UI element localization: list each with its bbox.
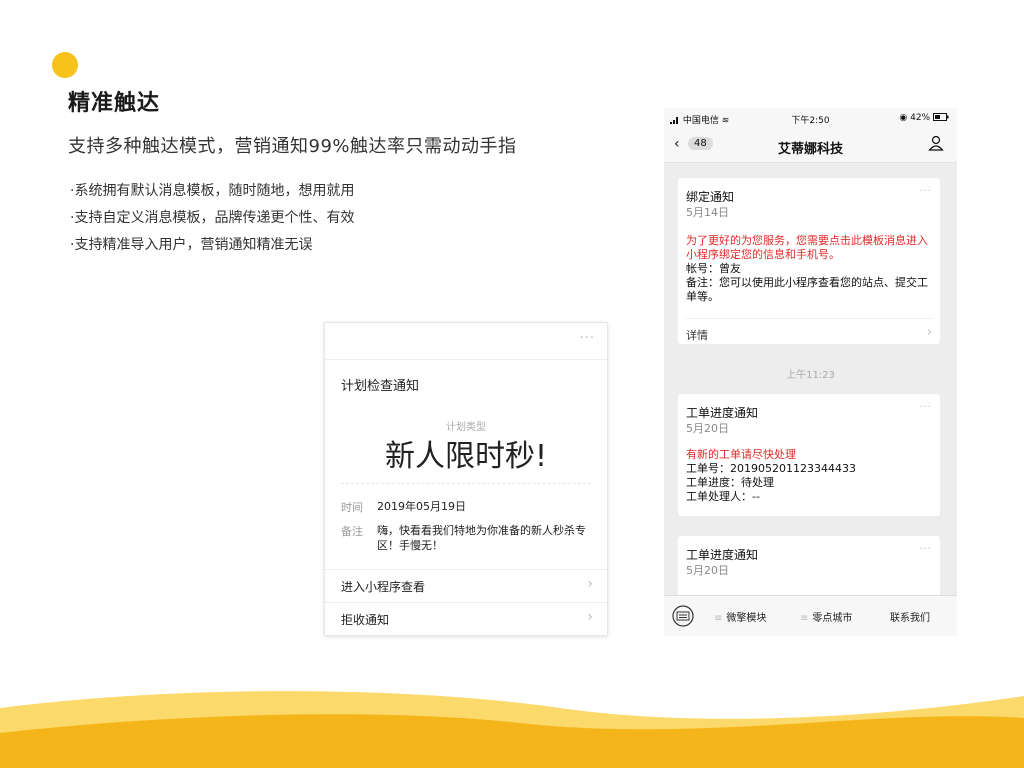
menu-item-modules[interactable]: ≡ 微擎模块 (714, 609, 766, 624)
status-bar: 中国电信 ≋ 下午2:50 ◉ 42% (664, 108, 957, 128)
note-row: 备注 嗨，快看看我们特地为你准备的新人秒杀专区！手慢无！ (341, 523, 587, 553)
binding-notice-message[interactable]: 绑定通知 5月14日 ··· 为了更好的为您服务，您需要点击此模板消息进入小程序… (678, 178, 940, 344)
message-detail-link[interactable]: 详情 › (686, 318, 932, 349)
chevron-right-icon: › (926, 325, 932, 340)
feature-item: ·支持自定义消息模板，品牌传递更个性、有效 (70, 210, 355, 226)
open-miniprogram-link[interactable]: 进入小程序查看 › (325, 569, 607, 602)
chevron-right-icon: › (587, 576, 593, 592)
chat-timestamp: 上午11:23 (786, 370, 835, 381)
feature-item: ·支持精准导入用户，营销通知精准无误 (70, 237, 313, 253)
menu-dots-icon: ≡ (714, 613, 723, 624)
message-body: 为了更好的为您服务，您需要点击此模板消息进入小程序绑定您的信息和手机号。 帐号：… (686, 234, 932, 304)
feature-list: ·系统拥有默认消息模板，随时随地，想用就用 ·支持自定义消息模板，品牌传递更个性… (70, 178, 354, 259)
reject-notice-label: 拒收通知 (341, 613, 390, 627)
message-line: 工单处理人：-- (686, 490, 760, 503)
alarm-icon: ◉ (899, 113, 908, 123)
message-alert-text: 有新的工单请尽快处理 (686, 448, 796, 461)
more-options-icon[interactable]: ··· (919, 186, 932, 197)
work-order-notice-message[interactable]: 工单进度通知 5月20日 ··· 有新的工单请尽快处理 工单号：20190520… (678, 394, 940, 516)
message-line: 备注：您可以使用此小程序查看您的站点、提交工单等。 (686, 276, 928, 303)
message-date: 5月20日 (686, 422, 729, 435)
reject-notice-link[interactable]: 拒收通知 › (325, 602, 607, 635)
more-options-icon[interactable]: ··· (580, 331, 595, 346)
open-miniprogram-label: 进入小程序查看 (341, 580, 426, 594)
chat-navbar: ‹ 48 艾蒂娜科技 (664, 128, 957, 163)
battery-percent: 42% (910, 113, 931, 123)
message-alert-text: 为了更好的为您服务，您需要点击此模板消息进入小程序绑定您的信息和手机号。 (686, 234, 928, 261)
time-label: 时间 (341, 501, 363, 514)
message-line: 工单号：201905201123344433 (686, 462, 856, 475)
plan-type-value: 新人限时秒! (384, 439, 548, 474)
battery-icon (933, 113, 949, 121)
phone-screen: 中国电信 ≋ 下午2:50 ◉ 42% ‹ 48 艾蒂娜科技 绑定通知 5月14… (664, 108, 957, 636)
message-line: 工单进度：待处理 (686, 476, 774, 489)
decorative-yellow-dot (52, 52, 78, 78)
keyboard-icon[interactable] (672, 605, 694, 627)
plan-check-notice-card: ··· 计划检查通知 计划类型 新人限时秒! 时间 2019年05月19日 备注嗨… (324, 322, 608, 636)
dashed-divider (341, 483, 591, 484)
battery-indicator: ◉ 42% (899, 113, 949, 123)
page-title: 精准触达 (68, 91, 161, 116)
notice-title: 计划检查通知 (341, 379, 420, 394)
message-body: 有新的工单请尽快处理 工单号：201905201123344433 工单进度：待… (686, 448, 932, 504)
wave-dark (0, 714, 1024, 768)
note-value: 嗨，快看看我们特地为你准备的新人秒杀专区！手慢无！ (377, 524, 586, 552)
menu-item-city[interactable]: ≡ 零点城市 (800, 609, 852, 624)
menu-item-contact[interactable]: 联系我们 (890, 609, 930, 624)
message-line: 帐号：曾友 (686, 262, 741, 275)
time-value: 2019年05月19日 (377, 500, 466, 513)
chat-title: 艾蒂娜科技 (777, 142, 843, 157)
message-title: 工单进度通知 (686, 548, 759, 562)
more-options-icon[interactable]: ··· (919, 402, 932, 413)
card-topbar: ··· (325, 323, 607, 360)
message-date: 5月20日 (686, 564, 729, 577)
page-subtitle: 支持多种触达模式，营销通知99%触达率只需动动手指 (68, 136, 517, 157)
menu-item-label: 联系我们 (890, 613, 930, 624)
note-label: 备注 (341, 525, 363, 538)
decorative-wave-footer (0, 691, 1024, 768)
menu-item-label: 零点城市 (812, 613, 853, 624)
bottom-menu-bar: ≡ 微擎模块 ≡ 零点城市 联系我们 (664, 595, 957, 636)
menu-item-label: 微擎模块 (726, 613, 767, 624)
feature-item: ·系统拥有默认消息模板，随时随地，想用就用 (70, 183, 355, 199)
user-profile-icon[interactable] (927, 134, 945, 152)
menu-dots-icon: ≡ (800, 613, 809, 624)
chevron-right-icon: › (587, 609, 593, 625)
message-title: 工单进度通知 (686, 406, 759, 420)
more-options-icon[interactable]: ··· (919, 544, 932, 555)
detail-label: 详情 (686, 329, 708, 342)
time-row: 时间 2019年05月19日 (341, 499, 587, 515)
message-date: 5月14日 (686, 206, 729, 219)
message-title: 绑定通知 (686, 190, 735, 204)
